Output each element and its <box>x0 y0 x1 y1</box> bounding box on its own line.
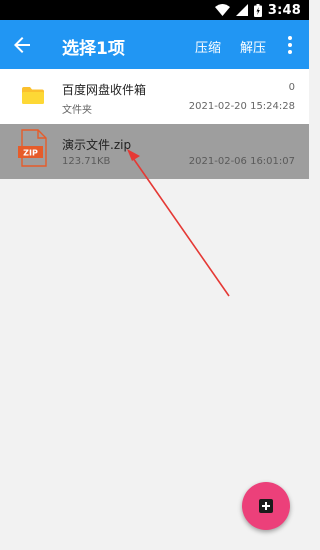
battery-icon <box>253 3 262 17</box>
file-date: 2021-02-20 15:24:28 <box>188 101 295 112</box>
app-bar: 选择1项 压缩 解压 <box>0 20 309 69</box>
page-title: 选择1项 <box>62 39 125 59</box>
file-type-label: 文件夹 <box>62 105 92 116</box>
extract-button[interactable]: 解压 <box>240 37 266 56</box>
zip-file-icon: ZIP <box>18 129 47 167</box>
status-time: 3:48 <box>267 2 301 18</box>
add-icon <box>259 499 273 513</box>
zip-icon-text: ZIP <box>23 149 38 158</box>
file-name: 演示文件.zip <box>62 138 132 152</box>
more-options-icon[interactable] <box>282 34 298 56</box>
compress-button[interactable]: 压缩 <box>195 37 221 56</box>
file-row-zip[interactable]: ZIP 演示文件.zip 123.71KB 2021-02-06 16:01:0… <box>0 124 309 179</box>
file-row-folder[interactable]: 百度网盘收件箱 文件夹 0 2021-02-20 15:24:28 <box>0 69 309 124</box>
status-icons: 3:48 <box>214 0 301 20</box>
signal-icon <box>235 4 248 16</box>
status-bar: 3:48 <box>0 0 309 20</box>
file-date: 2021-02-06 16:01:07 <box>188 156 295 167</box>
item-count: 0 <box>288 82 295 93</box>
wifi-icon <box>214 4 230 16</box>
add-fab-button[interactable] <box>242 482 290 530</box>
back-arrow-icon[interactable] <box>10 33 34 57</box>
folder-icon <box>22 87 44 104</box>
file-size: 123.71KB <box>62 156 111 167</box>
file-list: 百度网盘收件箱 文件夹 0 2021-02-20 15:24:28 ZIP 演示… <box>0 69 309 179</box>
file-name: 百度网盘收件箱 <box>62 83 147 97</box>
